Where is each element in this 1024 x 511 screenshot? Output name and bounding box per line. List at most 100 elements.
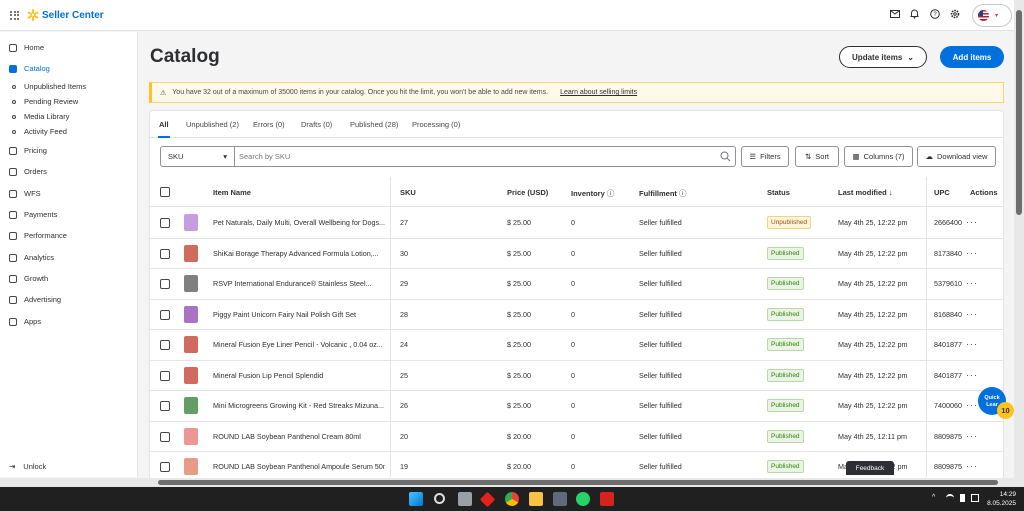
row-checkbox[interactable] — [160, 279, 170, 289]
vertical-scrollbar[interactable] — [1014, 0, 1024, 487]
more-actions-icon[interactable]: ··· — [966, 217, 978, 227]
row-checkbox[interactable] — [160, 340, 170, 350]
sidebar-item-performance[interactable]: Performance — [9, 231, 67, 240]
sidebar-sub-unpublished-items[interactable]: Unpublished Items — [12, 82, 86, 91]
mail-icon[interactable] — [889, 8, 900, 19]
header-item-name[interactable]: Item Name — [213, 188, 251, 197]
bell-icon[interactable] — [909, 8, 920, 19]
more-actions-icon[interactable]: ··· — [966, 461, 978, 471]
tab-published[interactable]: Published (28) — [350, 120, 398, 129]
more-actions-icon[interactable]: ··· — [966, 278, 978, 288]
header-upc[interactable]: UPC — [934, 188, 950, 197]
table-row[interactable]: Mini Microgreens Growing Kit - Red Strea… — [150, 391, 1003, 422]
feedback-tab[interactable]: Feedback — [846, 461, 894, 475]
tab-drafts[interactable]: Drafts (0) — [301, 120, 332, 129]
header-status[interactable]: Status — [767, 188, 790, 197]
row-checkbox[interactable] — [160, 218, 170, 228]
product-thumbnail[interactable] — [184, 336, 198, 353]
download-view-button[interactable]: ☁ Download view — [917, 146, 996, 167]
whatsapp-icon[interactable] — [576, 492, 590, 506]
filters-button[interactable]: ☰ Filters — [741, 146, 789, 167]
item-name[interactable]: ShiKai Borage Therapy Advanced Formula L… — [213, 249, 385, 258]
search-input[interactable]: Search by SKU — [234, 146, 736, 167]
calculator-icon[interactable] — [553, 492, 567, 506]
tab-errors[interactable]: Errors (0) — [253, 120, 285, 129]
header-last-modified[interactable]: Last modified ↓ — [838, 188, 893, 197]
more-actions-icon[interactable]: ··· — [966, 370, 978, 380]
search-type-select[interactable]: SKU ▾ — [160, 146, 235, 167]
sidebar-item-wfs[interactable]: WFS — [9, 189, 41, 198]
product-thumbnail[interactable] — [184, 427, 198, 445]
sidebar-item-home[interactable]: Home — [9, 43, 44, 52]
sort-button[interactable]: ⇅ Sort — [795, 146, 839, 167]
update-items-button[interactable]: Update items ⌄ — [839, 46, 927, 68]
table-row[interactable]: RSVP International Endurance® Stainless … — [150, 269, 1003, 300]
product-thumbnail[interactable] — [184, 214, 198, 231]
sidebar-sub-media-library[interactable]: Media Library — [12, 112, 69, 121]
tab-unpublished[interactable]: Unpublished (2) — [186, 120, 239, 129]
tab-processing[interactable]: Processing (0) — [412, 120, 460, 129]
columns-button[interactable]: ▦ Columns (7) — [844, 146, 913, 167]
item-name[interactable]: Piggy Paint Unicorn Fairy Nail Polish Gi… — [213, 310, 385, 319]
item-name[interactable]: Pet Naturals, Daily Multi, Overall Wellb… — [213, 218, 385, 227]
row-checkbox[interactable] — [160, 309, 170, 320]
anydesk-icon[interactable] — [479, 491, 496, 508]
more-actions-icon[interactable]: ··· — [966, 248, 978, 258]
language-selector[interactable]: ▾ — [972, 4, 1012, 27]
product-thumbnail[interactable] — [184, 458, 198, 475]
table-row[interactable]: ROUND LAB Soybean Panthenol Cream 80ml 20… — [150, 422, 1003, 452]
battery-icon[interactable] — [971, 494, 979, 502]
more-actions-icon[interactable]: ··· — [966, 339, 978, 349]
info-icon[interactable]: ⓘ — [679, 189, 687, 198]
sidebar-item-orders[interactable]: Orders — [9, 167, 47, 176]
volume-icon[interactable] — [960, 494, 965, 502]
header-inventory[interactable]: Inventory ⓘ — [571, 188, 614, 199]
item-name[interactable]: ROUND LAB Soybean Panthenol Ampoule Seru… — [213, 462, 385, 471]
item-name[interactable]: Mini Microgreens Growing Kit - Red Strea… — [213, 401, 385, 410]
search-icon[interactable] — [434, 493, 445, 504]
windows-start-icon[interactable] — [409, 492, 423, 506]
sidebar-sub-activity-feed[interactable]: Activity Feed — [12, 127, 67, 136]
row-checkbox[interactable] — [160, 370, 170, 381]
add-items-button[interactable]: Add items — [940, 46, 1004, 68]
item-name[interactable]: ROUND LAB Soybean Panthenol Cream 80ml — [213, 432, 385, 441]
brand-name[interactable]: Seller Center — [42, 10, 104, 21]
row-checkbox[interactable] — [160, 462, 170, 472]
table-row[interactable]: ShiKai Borage Therapy Advanced Formula L… — [150, 239, 1003, 269]
wifi-icon[interactable] — [946, 494, 954, 502]
header-sku[interactable]: SKU — [400, 188, 416, 197]
sidebar-sub-pending-review[interactable]: Pending Review — [12, 97, 78, 106]
more-actions-icon[interactable]: ··· — [966, 309, 978, 319]
app-grid-icon[interactable] — [10, 10, 19, 20]
row-checkbox[interactable] — [160, 248, 170, 259]
chevron-up-icon[interactable]: ^ — [932, 494, 940, 502]
file-explorer-icon[interactable] — [529, 492, 543, 506]
tab-all[interactable]: All — [159, 120, 169, 129]
sidebar-item-analytics[interactable]: Analytics — [9, 253, 54, 262]
sidebar-item-pricing[interactable]: Pricing — [9, 146, 47, 155]
selling-limits-link[interactable]: Learn about selling limits — [560, 89, 637, 96]
search-icon[interactable] — [720, 151, 731, 162]
sidebar-item-apps[interactable]: Apps — [9, 317, 41, 326]
help-icon[interactable]: ? — [929, 8, 940, 19]
more-actions-icon[interactable]: ··· — [966, 400, 978, 410]
row-checkbox[interactable] — [160, 401, 170, 411]
header-fulfillment[interactable]: Fulfillment ⓘ — [639, 188, 687, 199]
horizontal-scrollbar[interactable] — [0, 478, 1014, 487]
clock[interactable]: 14:29 8.05.2025 — [987, 490, 1016, 508]
gear-icon[interactable] — [949, 8, 960, 19]
product-thumbnail[interactable] — [184, 275, 198, 292]
table-row[interactable]: Mineral Fusion Eye Liner Pencil - Volcan… — [150, 330, 1003, 361]
table-row[interactable]: Mineral Fusion Lip Pencil Splendid 25 $ 25… — [150, 361, 1003, 391]
product-thumbnail[interactable] — [184, 244, 198, 262]
product-thumbnail[interactable] — [184, 366, 198, 384]
sidebar-item-advertising[interactable]: Advertising — [9, 295, 61, 304]
select-all-checkbox[interactable] — [160, 187, 170, 197]
info-icon[interactable]: ⓘ — [607, 189, 615, 198]
table-row[interactable]: Pet Naturals, Daily Multi, Overall Wellb… — [150, 208, 1003, 239]
more-actions-icon[interactable]: ··· — [966, 431, 978, 441]
task-view-icon[interactable] — [458, 492, 472, 506]
sidebar-item-catalog[interactable]: Catalog — [9, 64, 50, 73]
row-checkbox[interactable] — [160, 431, 170, 442]
product-thumbnail[interactable] — [184, 305, 198, 323]
